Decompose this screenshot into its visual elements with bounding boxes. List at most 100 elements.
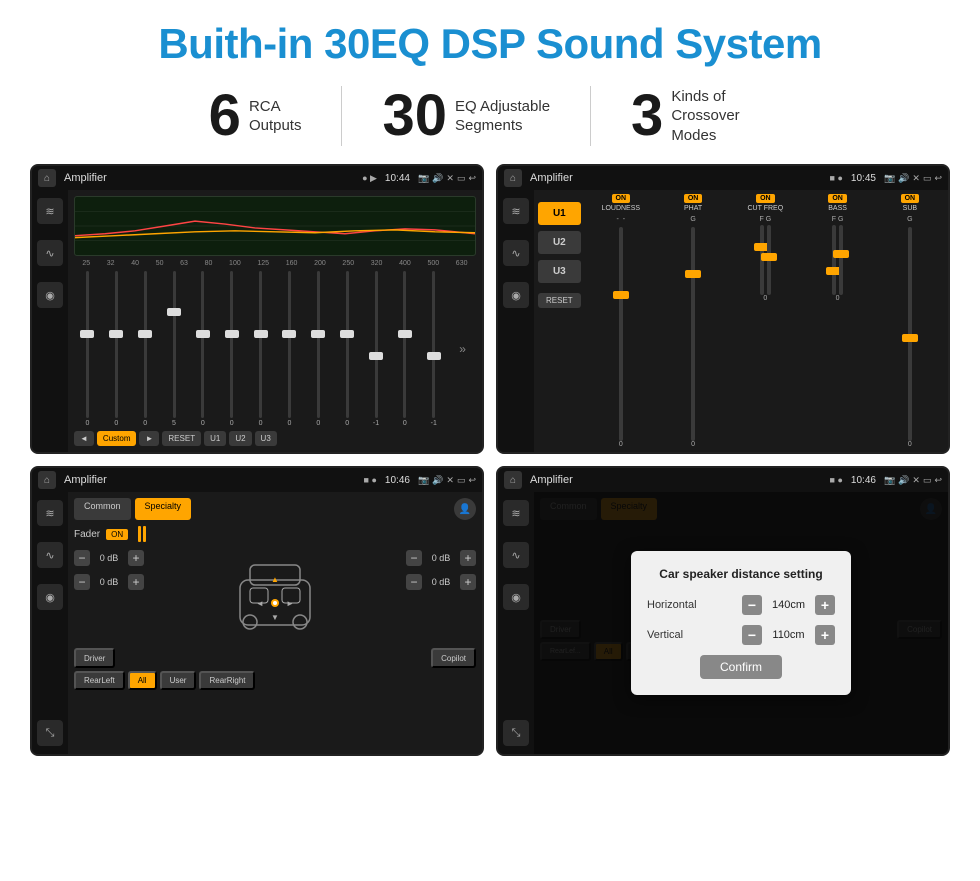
db-plus-tr[interactable]: +	[460, 550, 476, 566]
screen4-time: 10:46	[851, 475, 876, 486]
cutfreq-on[interactable]: ON	[756, 194, 775, 203]
camera-icon-4: 📷	[884, 475, 895, 486]
sub-on[interactable]: ON	[901, 194, 920, 203]
db-minus-br[interactable]: −	[406, 574, 422, 590]
amp-vol-icon[interactable]: ◉	[503, 282, 529, 308]
eq-slider-11: 0	[391, 271, 418, 427]
dialog-eq-icon[interactable]: ≋	[503, 500, 529, 526]
cutfreq-slider-g[interactable]	[767, 225, 771, 295]
loudness-on[interactable]: ON	[612, 194, 631, 203]
bass-slider-f[interactable]	[832, 225, 836, 295]
slider-track-9[interactable]	[346, 271, 349, 418]
fader-eq-icon[interactable]: ≋	[37, 500, 63, 526]
fader-bottom-row2: RearLeft All User RearRight	[74, 671, 476, 690]
eq-slider-6: 0	[247, 271, 274, 427]
slider-track-5[interactable]	[230, 271, 233, 418]
home-icon-4[interactable]: ⌂	[504, 471, 522, 489]
slider-track-1[interactable]	[115, 271, 118, 418]
slider-track-3[interactable]	[173, 271, 176, 418]
db-plus-br[interactable]: +	[460, 574, 476, 590]
eq-reset-btn[interactable]: RESET	[162, 431, 201, 446]
vol-icon[interactable]: ◉	[37, 282, 63, 308]
eq-u2-btn[interactable]: U2	[229, 431, 251, 446]
amp-cutfreq: ON CUT FREQ F G 0	[731, 194, 799, 448]
db-minus-tl[interactable]: −	[74, 550, 90, 566]
sub-slider[interactable]	[908, 227, 912, 441]
vertical-value: 110cm	[766, 629, 811, 641]
horizontal-minus-btn[interactable]: −	[742, 595, 762, 615]
status-icons-3: 📷 🔊 ✕ ▭ ↩	[418, 475, 476, 486]
slider-track-6[interactable]	[259, 271, 262, 418]
eq-icon[interactable]: ≋	[37, 198, 63, 224]
amp-wave-icon[interactable]: ∿	[503, 240, 529, 266]
fader-copilot-btn[interactable]: Copilot	[431, 648, 476, 668]
stat-crossover-number: 3	[631, 87, 663, 145]
slider-track-7[interactable]	[288, 271, 291, 418]
horizontal-plus-btn[interactable]: +	[815, 595, 835, 615]
fader-tab-specialty[interactable]: Specialty	[135, 498, 192, 520]
bass-slider-g[interactable]	[839, 225, 843, 295]
loudness-slider[interactable]	[619, 227, 623, 441]
fader-on-badge[interactable]: ON	[106, 529, 128, 540]
slider-track-4[interactable]	[201, 271, 204, 418]
db-minus-bl[interactable]: −	[74, 574, 90, 590]
eq-custom-btn[interactable]: Custom	[97, 431, 137, 446]
fader-vol-icon[interactable]: ◉	[37, 584, 63, 610]
slider-track-2[interactable]	[144, 271, 147, 418]
eq-u1-btn[interactable]: U1	[204, 431, 226, 446]
dialog-wave-icon[interactable]: ∿	[503, 542, 529, 568]
amp-reset-btn[interactable]: RESET	[538, 293, 581, 308]
dialog-vol-icon[interactable]: ◉	[503, 584, 529, 610]
fader-driver-btn[interactable]: Driver	[74, 648, 115, 668]
fader-user-btn[interactable]: User	[160, 671, 197, 690]
fader-person-icon[interactable]: 👤	[454, 498, 476, 520]
eq-screen-content: ≋ ∿ ◉	[32, 190, 482, 452]
db-control-bottom-right: − 0 dB +	[406, 574, 476, 590]
fader-rearright-btn[interactable]: RearRight	[199, 671, 255, 690]
home-icon-2[interactable]: ⌂	[504, 169, 522, 187]
home-icon-3[interactable]: ⌂	[38, 471, 56, 489]
screen-eq: ⌂ Amplifier ● ▶ 10:44 📷 🔊 ✕ ▭ ↩ ≋ ∿ ◉	[30, 164, 484, 454]
dialog-arrows-icon[interactable]: ⤡	[503, 720, 529, 746]
x-icon-3: ✕	[446, 475, 454, 486]
home-icon-1[interactable]: ⌂	[38, 169, 56, 187]
phat-slider[interactable]	[691, 227, 695, 441]
bass-on[interactable]: ON	[828, 194, 847, 203]
eq-sliders-container: 0 0 0 5	[74, 271, 476, 427]
fader-tab-common[interactable]: Common	[74, 498, 131, 520]
u3-button[interactable]: U3	[538, 260, 581, 283]
fader-diagram-spacer	[118, 648, 428, 668]
status-icons-4: 📷 🔊 ✕ ▭ ↩	[884, 475, 942, 486]
slider-track-0[interactable]	[86, 271, 89, 418]
db-minus-tr[interactable]: −	[406, 550, 422, 566]
db-value-tl: 0 dB	[94, 553, 124, 563]
fader-all-btn[interactable]: All	[128, 671, 157, 690]
confirm-button[interactable]: Confirm	[700, 655, 782, 679]
stat-crossover: 3 Kinds of Crossover Modes	[591, 87, 811, 146]
status-bar-2: ⌂ Amplifier ■ ● 10:45 📷 🔊 ✕ ▭ ↩	[498, 166, 948, 190]
slider-track-11[interactable]	[403, 271, 406, 418]
vertical-plus-btn[interactable]: +	[815, 625, 835, 645]
vertical-minus-btn[interactable]: −	[742, 625, 762, 645]
status-bar-1: ⌂ Amplifier ● ▶ 10:44 📷 🔊 ✕ ▭ ↩	[32, 166, 482, 190]
fader-content-area: − 0 dB + − 0 dB +	[74, 550, 476, 640]
fader-rearleft-btn[interactable]: RearLeft	[74, 671, 125, 690]
fader-wave-icon[interactable]: ∿	[37, 542, 63, 568]
db-plus-bl[interactable]: +	[128, 574, 144, 590]
stat-rca: 6 RCA Outputs	[169, 87, 342, 145]
dialog-vertical-row: Vertical − 110cm +	[647, 625, 835, 645]
eq-prev-btn[interactable]: ◄	[74, 431, 94, 446]
slider-track-12[interactable]	[432, 271, 435, 418]
slider-track-10[interactable]	[375, 271, 378, 418]
db-plus-tl[interactable]: +	[128, 550, 144, 566]
slider-track-8[interactable]	[317, 271, 320, 418]
eq-u3-btn[interactable]: U3	[255, 431, 277, 446]
amp-eq-icon[interactable]: ≋	[503, 198, 529, 224]
screen1-time: 10:44	[385, 173, 410, 184]
u1-button[interactable]: U1	[538, 202, 581, 225]
phat-on[interactable]: ON	[684, 194, 703, 203]
u2-button[interactable]: U2	[538, 231, 581, 254]
eq-play-btn[interactable]: ►	[139, 431, 159, 446]
fader-arrows-icon[interactable]: ⤡	[37, 720, 63, 746]
wave-icon[interactable]: ∿	[37, 240, 63, 266]
